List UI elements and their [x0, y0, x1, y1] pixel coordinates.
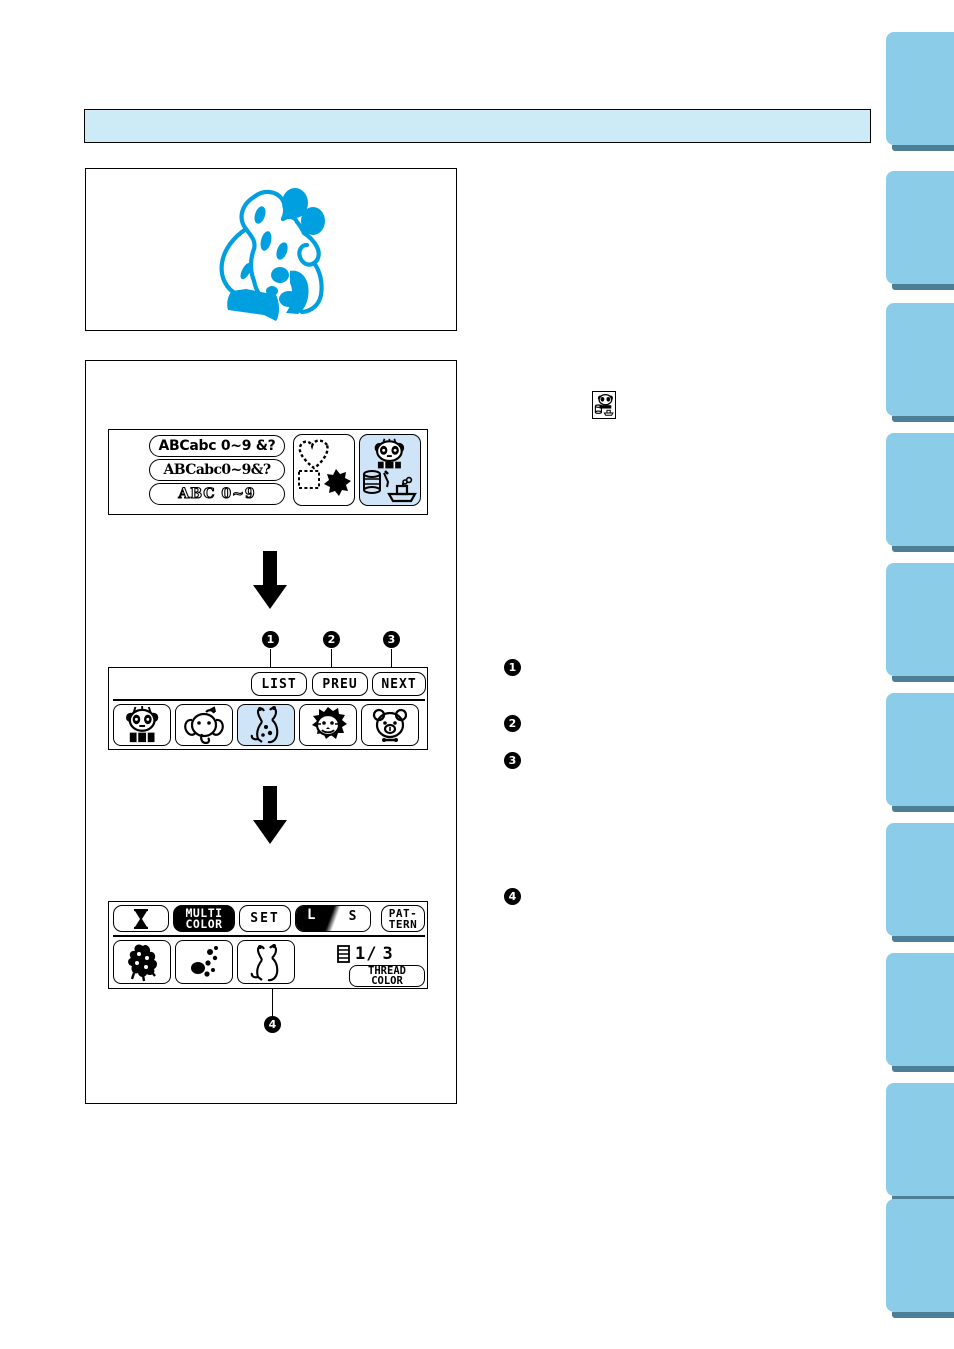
manual-page: ABCabc 0~9 &? ABCabc0~9&? ABC 0~9 1 2 3 …	[0, 0, 954, 1349]
font-key-serif[interactable]: ABCabc0~9&?	[149, 459, 285, 481]
thread-color-button[interactable]: THREAD COLOR	[349, 965, 425, 987]
procedure-flow-frame: ABCabc 0~9 &? ABCabc0~9&? ABC 0~9 1 2 3 …	[85, 360, 457, 1104]
right-bullet-1: 1	[504, 659, 521, 676]
pattern-button[interactable]: PAT- TERN	[381, 905, 425, 932]
lcd3-divider	[113, 935, 425, 937]
counter-total: 3	[382, 944, 394, 964]
multi-color-line2: COLOR	[185, 916, 223, 931]
right-bullet-2: 2	[504, 715, 521, 732]
lion-pattern-key[interactable]	[299, 704, 357, 746]
thread-color-line2: COLOR	[371, 975, 403, 987]
side-tab-4[interactable]	[886, 433, 954, 552]
prev-button[interactable]: PREU	[312, 672, 368, 696]
thread-step-2-key[interactable]	[175, 940, 233, 984]
font-key-sans[interactable]: ABCabc 0~9 &?	[149, 435, 285, 457]
callout-4: 4	[264, 1016, 281, 1033]
side-tab-9[interactable]	[886, 1083, 954, 1202]
giraffe-pattern-key[interactable]	[237, 704, 295, 746]
side-tab-1[interactable]	[886, 32, 954, 151]
callout-3: 3	[383, 631, 400, 648]
panda-pattern-key[interactable]	[113, 704, 171, 746]
side-tab-2[interactable]	[886, 171, 954, 290]
side-tab-3[interactable]	[886, 303, 954, 422]
character-patterns-category-icon	[592, 391, 616, 419]
section-header-band	[84, 109, 871, 143]
side-tab-5[interactable]	[886, 563, 954, 682]
multi-color-button[interactable]: MULTI COLOR	[173, 905, 235, 932]
lcd-pattern-list-screen: LIST PREU NEXT	[108, 667, 428, 750]
pattern-line2: TERN	[388, 917, 418, 931]
down-arrow-2	[253, 786, 287, 844]
hourglass-button[interactable]	[113, 905, 169, 932]
next-button[interactable]: NEXT	[372, 672, 426, 696]
illustration-frame	[85, 168, 457, 331]
lcd-embroidery-edit-screen: MULTI COLOR SET L S PAT- TERN 1/ 3 THREA…	[108, 901, 428, 989]
stitch-counter: 1/ 3	[337, 944, 394, 964]
right-bullet-4: 4	[504, 888, 521, 905]
down-arrow-1	[253, 551, 287, 609]
side-tab-10[interactable]	[886, 1199, 954, 1318]
list-button[interactable]: LIST	[251, 672, 307, 696]
giraffe-embroidery-artwork	[219, 188, 325, 321]
lcd2-divider	[113, 699, 425, 701]
lcd-category-selection-screen: ABCabc 0~9 &? ABCabc0~9&? ABC 0~9	[108, 429, 428, 515]
elephant-pattern-key[interactable]	[175, 704, 233, 746]
thread-step-3-key[interactable]	[237, 940, 295, 984]
font-key-outline[interactable]: ABC 0~9	[149, 483, 285, 505]
counter-current: 1/	[355, 944, 378, 964]
size-small-label: S	[348, 909, 357, 924]
side-tab-6[interactable]	[886, 693, 954, 812]
right-bullet-3: 3	[504, 752, 521, 769]
thread-step-1-key[interactable]	[113, 940, 171, 984]
callout-4-leader	[272, 989, 274, 1017]
size-toggle-button[interactable]: L S	[295, 905, 371, 932]
callout-1: 1	[262, 631, 279, 648]
frame-shapes-category-key[interactable]	[293, 434, 355, 506]
pattern-line1: PAT-	[388, 906, 418, 920]
callout-2: 2	[323, 631, 340, 648]
side-tab-8[interactable]	[886, 953, 954, 1072]
set-button[interactable]: SET	[239, 905, 291, 932]
character-patterns-category-key[interactable]	[359, 434, 421, 506]
bear-pattern-key[interactable]	[361, 704, 419, 746]
size-large-label: L	[307, 907, 316, 923]
side-tab-7[interactable]	[886, 823, 954, 942]
spool-icon	[337, 945, 350, 963]
hourglass-icon	[134, 908, 148, 929]
